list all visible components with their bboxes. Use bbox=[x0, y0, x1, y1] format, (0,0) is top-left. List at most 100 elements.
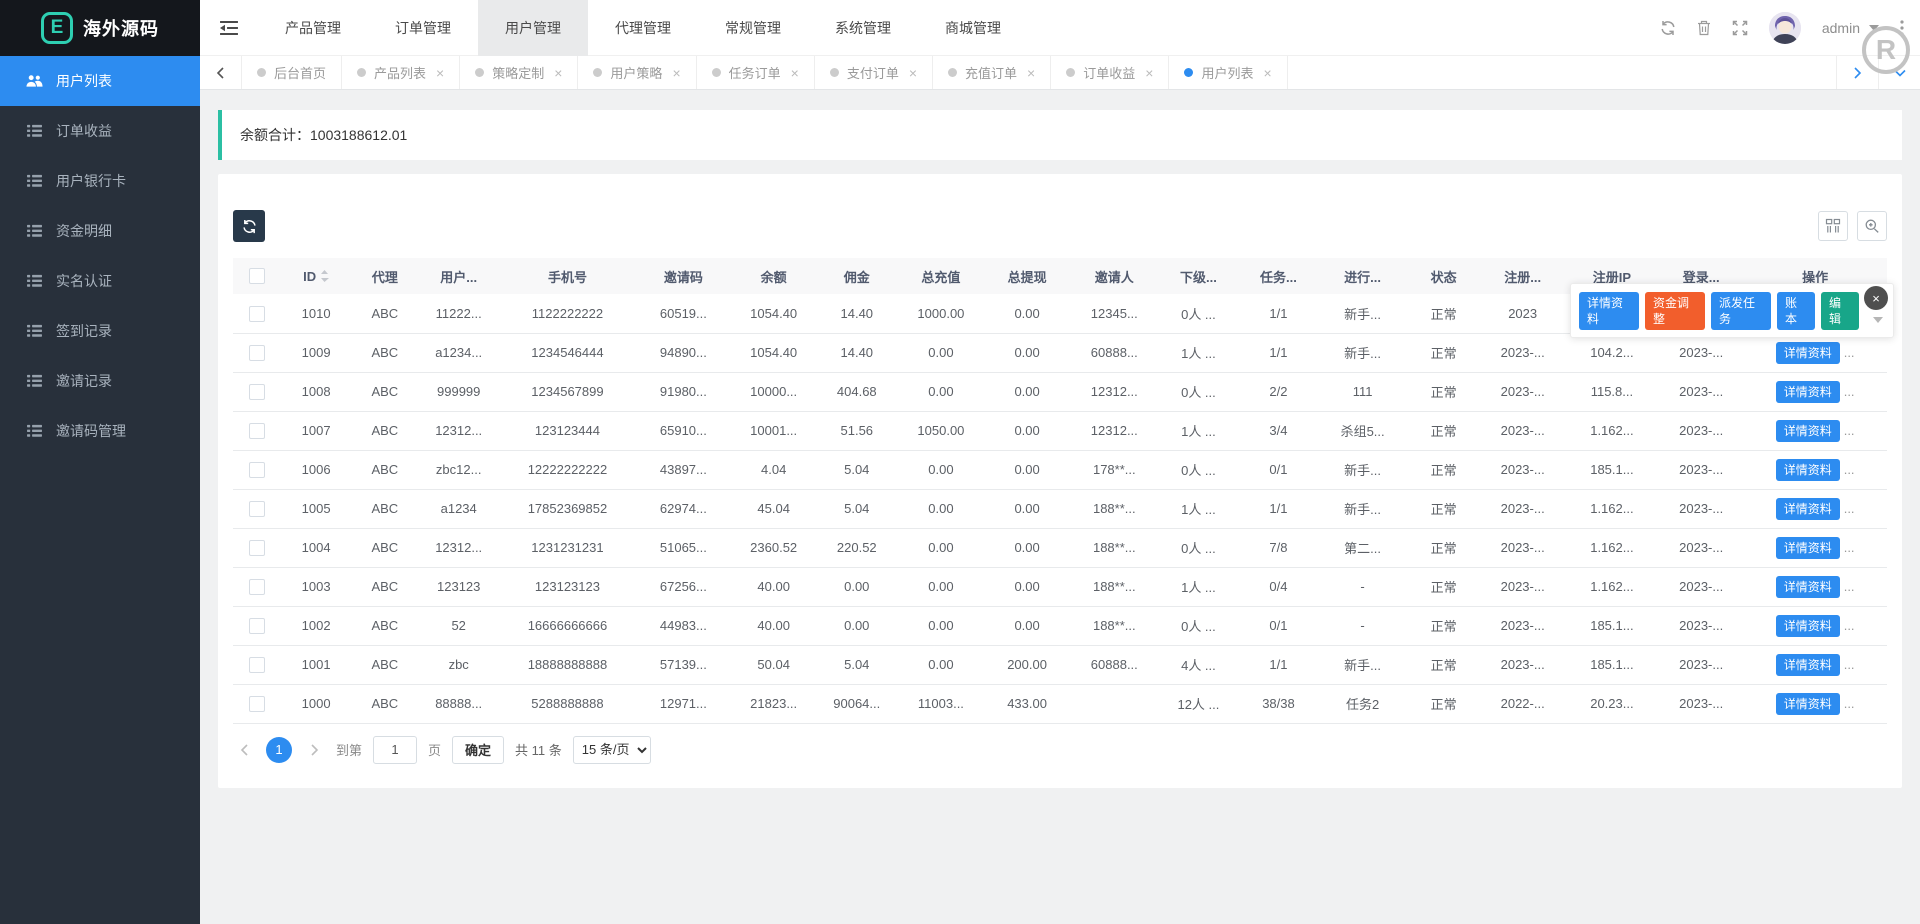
prev-page-button[interactable] bbox=[233, 737, 255, 763]
row-checkbox[interactable] bbox=[249, 696, 265, 712]
sidebar-item[interactable]: 签到记录 bbox=[0, 306, 200, 356]
refresh-icon[interactable] bbox=[1660, 20, 1676, 36]
row-checkbox[interactable] bbox=[249, 501, 265, 517]
cell: 65910... bbox=[635, 411, 731, 450]
details-button[interactable]: 详情资料 bbox=[1776, 537, 1840, 559]
cell: 12312... bbox=[1070, 411, 1158, 450]
popover-action-button[interactable]: 资金调整 bbox=[1645, 292, 1705, 330]
details-button[interactable]: 详情资料 bbox=[1776, 654, 1840, 676]
row-checkbox[interactable] bbox=[249, 345, 265, 361]
tab-close-icon[interactable]: × bbox=[1263, 65, 1271, 81]
tab-close-icon[interactable]: × bbox=[909, 65, 917, 81]
goto-page-input[interactable] bbox=[373, 736, 417, 764]
more-menu-icon[interactable] bbox=[1900, 20, 1904, 36]
tab-label: 策略定制 bbox=[492, 63, 544, 82]
row-checkbox[interactable] bbox=[249, 306, 265, 322]
column-label: 代理 bbox=[372, 270, 398, 285]
topnav-item[interactable]: 产品管理 bbox=[258, 0, 368, 56]
popover-action-button[interactable]: 账本 bbox=[1777, 292, 1815, 330]
tab-close-icon[interactable]: × bbox=[436, 65, 444, 81]
current-page-button[interactable]: 1 bbox=[266, 737, 292, 763]
tab[interactable]: 用户策略× bbox=[578, 56, 696, 89]
cell: 111 bbox=[1318, 372, 1406, 411]
cell: 0.00 bbox=[984, 372, 1070, 411]
page-size-select[interactable]: 15 条/页 bbox=[573, 736, 651, 764]
row-checkbox[interactable] bbox=[249, 657, 265, 673]
cell: 杀组5... bbox=[1318, 411, 1406, 450]
tab[interactable]: 订单收益× bbox=[1051, 56, 1169, 89]
columns-toggle-button[interactable] bbox=[1818, 211, 1848, 241]
tab[interactable]: 用户列表× bbox=[1169, 56, 1287, 89]
topnav-item[interactable]: 商城管理 bbox=[918, 0, 1028, 56]
sidebar-item[interactable]: 实名认证 bbox=[0, 256, 200, 306]
cell: 0.00 bbox=[898, 489, 984, 528]
cell: ABC bbox=[352, 450, 418, 489]
chevron-down-icon[interactable] bbox=[1869, 25, 1879, 31]
tab[interactable]: 策略定制 × bbox=[460, 56, 578, 89]
tab-close-icon[interactable]: × bbox=[554, 65, 562, 81]
cell: 5288888888 bbox=[500, 684, 635, 723]
details-button[interactable]: 详情资料 bbox=[1776, 381, 1840, 403]
search-icon bbox=[1864, 218, 1880, 234]
select-all-checkbox[interactable] bbox=[249, 268, 265, 284]
caret-down-icon[interactable] bbox=[1873, 317, 1883, 323]
cell: 115.8... bbox=[1565, 372, 1659, 411]
row-checkbox[interactable] bbox=[249, 462, 265, 478]
topnav-item[interactable]: 系统管理 bbox=[808, 0, 918, 56]
sidebar-item[interactable]: 邀请记录 bbox=[0, 356, 200, 406]
tab[interactable]: 充值订单× bbox=[933, 56, 1051, 89]
sidebar-item[interactable]: 邀请码管理 bbox=[0, 406, 200, 456]
tab[interactable]: 后台首页 bbox=[242, 56, 342, 89]
sidebar-item[interactable]: 用户列表 bbox=[0, 56, 200, 106]
tab[interactable]: 任务订单× bbox=[697, 56, 815, 89]
row-checkbox[interactable] bbox=[249, 618, 265, 634]
tab-close-icon[interactable]: × bbox=[672, 65, 680, 81]
tab-close-icon[interactable]: × bbox=[1145, 65, 1153, 81]
cell: 2023-... bbox=[1481, 645, 1565, 684]
avatar[interactable] bbox=[1769, 12, 1801, 44]
popover-action-button[interactable]: 详情资料 bbox=[1579, 292, 1639, 330]
details-button[interactable]: 详情资料 bbox=[1776, 459, 1840, 481]
popover-action-button[interactable]: 编辑 bbox=[1821, 292, 1859, 330]
topnav-item[interactable]: 常规管理 bbox=[698, 0, 808, 56]
tab-close-icon[interactable]: × bbox=[791, 65, 799, 81]
tab[interactable]: 支付订单× bbox=[815, 56, 933, 89]
cell: 0/4 bbox=[1238, 567, 1318, 606]
table-search-button[interactable] bbox=[1857, 211, 1887, 241]
details-button[interactable]: 详情资料 bbox=[1776, 615, 1840, 637]
popover-buttons: 详情资料资金调整派发任务账本编辑 bbox=[1579, 292, 1859, 330]
fullscreen-icon[interactable] bbox=[1732, 20, 1748, 36]
tabs-scroll-left-button[interactable] bbox=[200, 56, 242, 89]
row-checkbox[interactable] bbox=[249, 579, 265, 595]
column-header: 总提现 bbox=[984, 258, 1070, 294]
details-button[interactable]: 详情资料 bbox=[1776, 342, 1840, 364]
tabs-scroll-right-button[interactable] bbox=[1836, 56, 1878, 89]
sidebar-item[interactable]: 订单收益 bbox=[0, 106, 200, 156]
trash-icon[interactable] bbox=[1697, 20, 1711, 36]
topnav-item[interactable]: 订单管理 bbox=[368, 0, 478, 56]
username[interactable]: admin bbox=[1822, 20, 1860, 36]
sidebar-item[interactable]: 用户银行卡 bbox=[0, 156, 200, 206]
balance-summary: 余额合计：1003188612.01 bbox=[218, 110, 1902, 160]
table-toolbar bbox=[233, 174, 1887, 242]
details-button[interactable]: 详情资料 bbox=[1776, 576, 1840, 598]
tabs-menu-button[interactable] bbox=[1878, 56, 1920, 89]
topnav-item[interactable]: 代理管理 bbox=[588, 0, 698, 56]
details-button[interactable]: 详情资料 bbox=[1776, 420, 1840, 442]
sidebar-collapse-button[interactable] bbox=[200, 0, 258, 56]
sidebar-item[interactable]: 资金明细 bbox=[0, 206, 200, 256]
next-page-button[interactable] bbox=[303, 737, 325, 763]
close-icon[interactable]: × bbox=[1864, 286, 1888, 310]
tab-close-icon[interactable]: × bbox=[1027, 65, 1035, 81]
table-refresh-button[interactable] bbox=[233, 210, 265, 242]
details-button[interactable]: 详情资料 bbox=[1776, 693, 1840, 715]
goto-confirm-button[interactable]: 确定 bbox=[452, 736, 504, 764]
tab[interactable]: 产品列表× bbox=[342, 56, 460, 89]
topnav-item[interactable]: 用户管理 bbox=[478, 0, 588, 56]
row-checkbox[interactable] bbox=[249, 384, 265, 400]
details-button[interactable]: 详情资料 bbox=[1776, 498, 1840, 520]
tabs-strip: 后台首页产品列表×策略定制×用户策略×任务订单×支付订单×充值订单×订单收益×用… bbox=[242, 56, 1836, 89]
popover-action-button[interactable]: 派发任务 bbox=[1711, 292, 1771, 330]
row-checkbox[interactable] bbox=[249, 540, 265, 556]
row-checkbox[interactable] bbox=[249, 423, 265, 439]
